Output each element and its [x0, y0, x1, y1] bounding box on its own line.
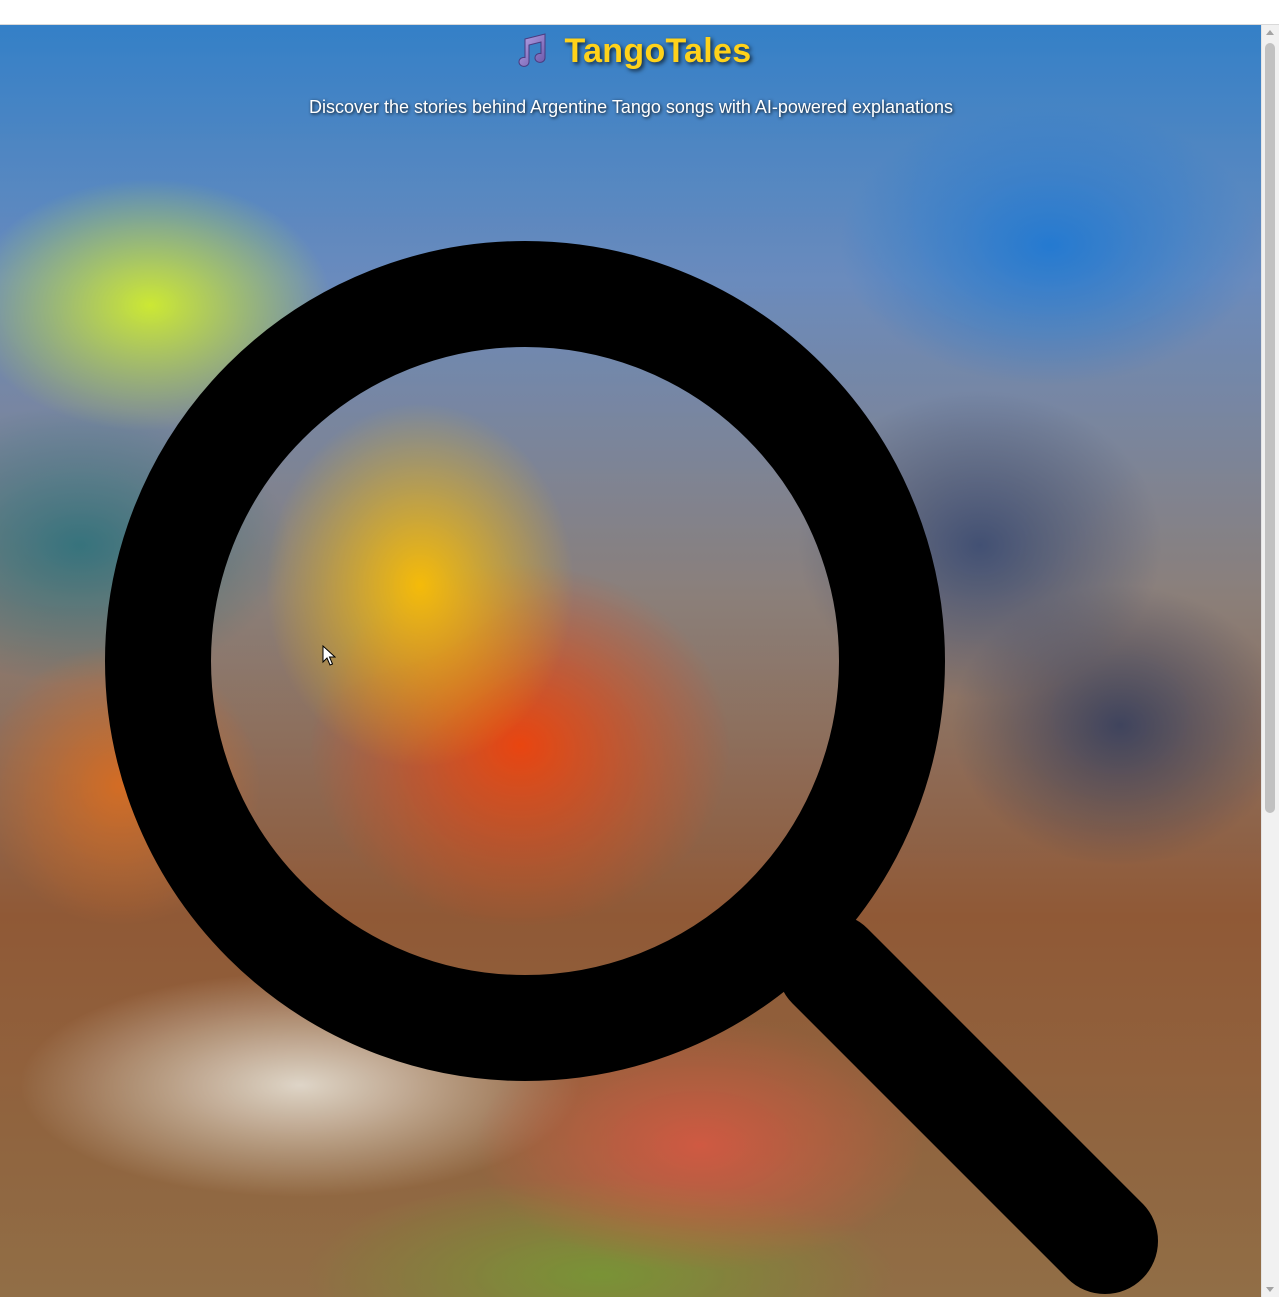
magnifying-glass-icon[interactable]	[0, 25, 1262, 1297]
vertical-scrollbar[interactable]	[1261, 25, 1279, 1297]
browser-top-bar	[0, 0, 1279, 25]
scroll-down-icon[interactable]	[1266, 1287, 1274, 1292]
scroll-thumb[interactable]	[1265, 43, 1275, 813]
mouse-pointer-icon	[322, 645, 336, 666]
page-viewport: TangoTales Discover the stories behind A…	[0, 25, 1262, 1297]
scroll-up-icon[interactable]	[1266, 30, 1274, 35]
